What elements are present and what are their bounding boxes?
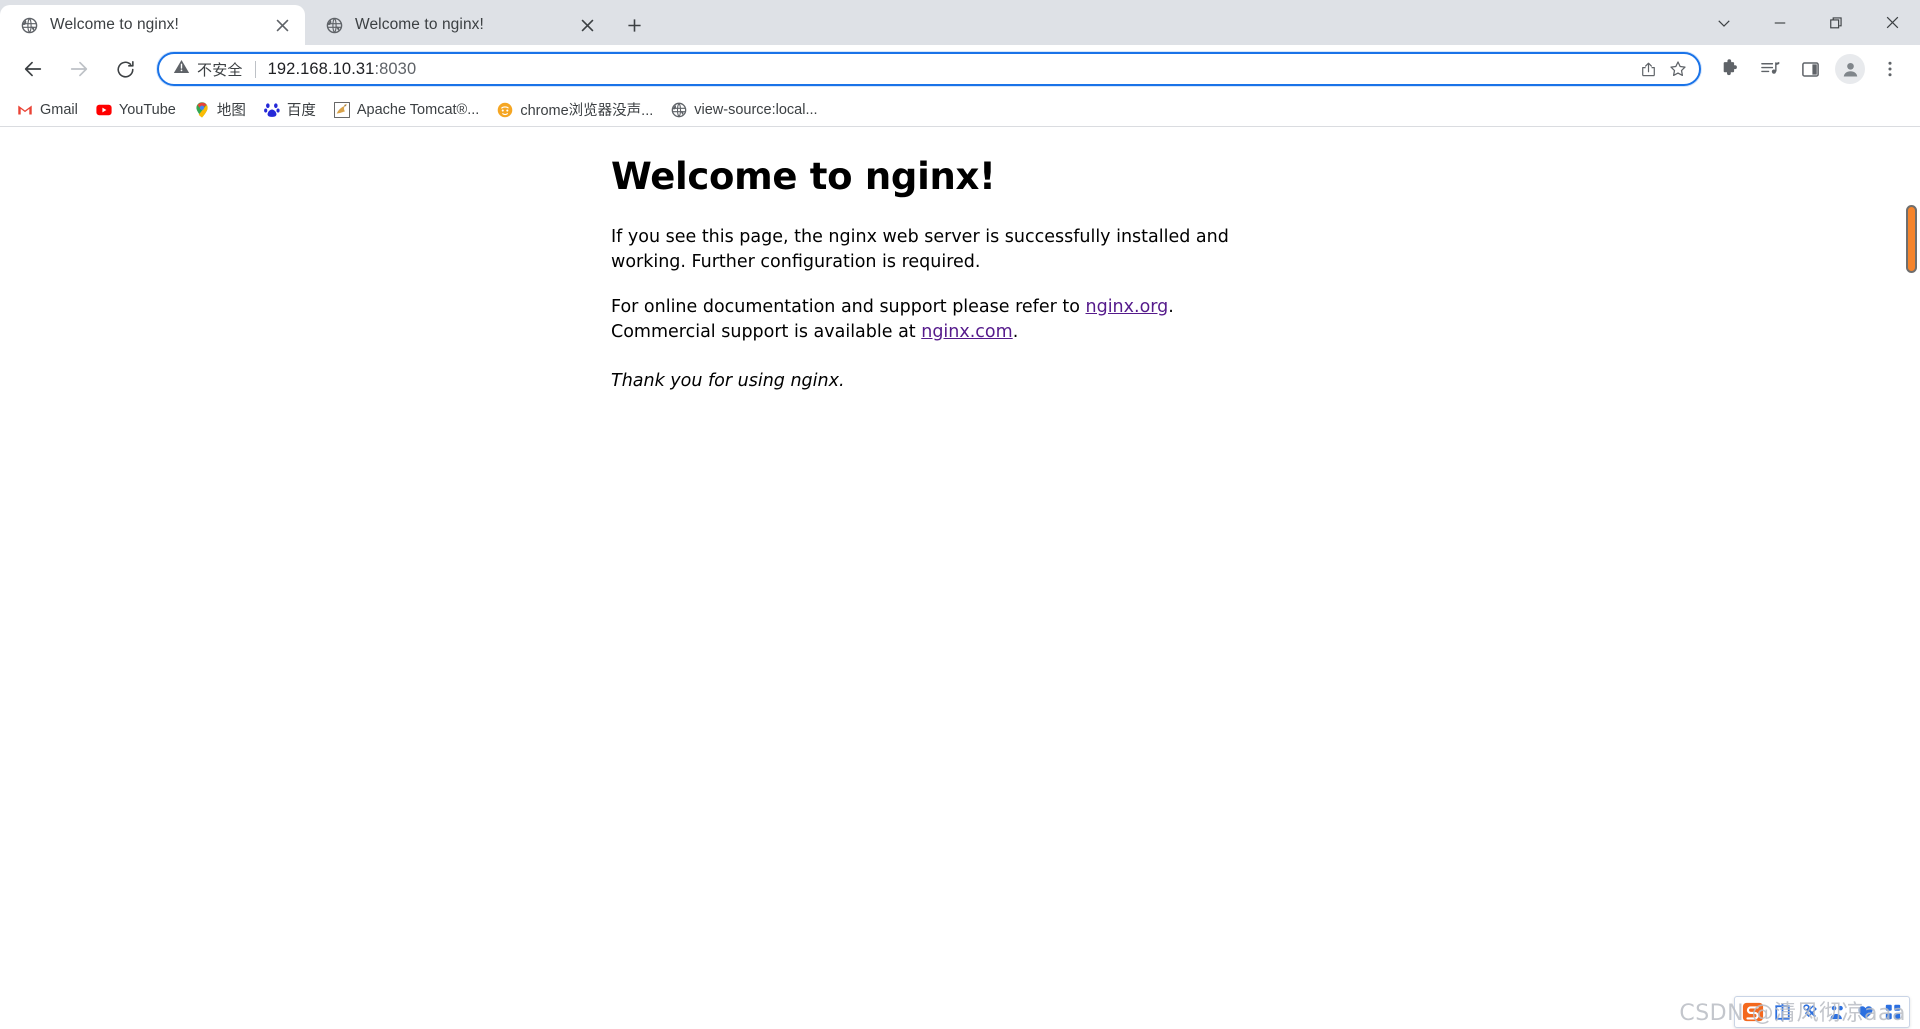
support-text-mid: . bbox=[1168, 296, 1174, 317]
globe-icon bbox=[671, 102, 687, 118]
restore-button[interactable] bbox=[1808, 0, 1864, 45]
security-label: 不安全 bbox=[197, 61, 243, 79]
bookmark-label: Gmail bbox=[40, 101, 78, 118]
nginx-org-link[interactable]: nginx.org bbox=[1086, 297, 1169, 317]
bookmark-view-source[interactable]: view-source:local... bbox=[663, 97, 825, 123]
nginx-com-link[interactable]: nginx.com bbox=[921, 322, 1012, 342]
back-button[interactable] bbox=[15, 51, 51, 87]
thanks-paragraph: Thank you for using nginx. bbox=[611, 370, 845, 391]
media-control-icon[interactable] bbox=[1753, 52, 1787, 86]
globe-icon bbox=[325, 16, 344, 35]
tomcat-icon bbox=[333, 101, 350, 118]
sogou-logo-icon bbox=[1742, 1001, 1764, 1023]
bookmarks-bar: Gmail YouTube 地图 百度 Apache Tomcat®... ch… bbox=[0, 93, 1920, 127]
omnibox-divider bbox=[254, 60, 256, 78]
bookmark-chrome-no-sound[interactable]: chrome浏览器没声... bbox=[489, 97, 661, 123]
bookmark-tomcat[interactable]: Apache Tomcat®... bbox=[326, 97, 487, 123]
forward-button bbox=[61, 51, 97, 87]
side-panel-icon[interactable] bbox=[1793, 52, 1827, 86]
extensions-icon[interactable] bbox=[1713, 52, 1747, 86]
bookmark-gmail[interactable]: Gmail bbox=[9, 97, 86, 123]
bookmark-label: chrome浏览器没声... bbox=[520, 103, 654, 119]
bookmark-label: 百度 bbox=[286, 103, 316, 119]
nginx-welcome-page: Welcome to nginx! If you see this page, … bbox=[0, 127, 1920, 394]
tab-close-icon[interactable] bbox=[271, 14, 293, 36]
commercial-text-post: . bbox=[1012, 321, 1019, 342]
support-paragraph: For online documentation and support ple… bbox=[611, 295, 1251, 345]
tab-title: Welcome to nginx! bbox=[355, 16, 484, 33]
browser-tab-2[interactable]: Welcome to nginx! bbox=[305, 5, 610, 45]
profile-avatar[interactable] bbox=[1835, 54, 1865, 84]
window-controls bbox=[1696, 0, 1920, 45]
chinese-mode-toggle[interactable] bbox=[1773, 1003, 1792, 1022]
gmail-icon bbox=[17, 102, 33, 118]
baidu-icon bbox=[263, 102, 280, 118]
url-host: 192.168.10.31 bbox=[267, 59, 375, 78]
tab-close-icon[interactable] bbox=[576, 14, 598, 36]
reload-button[interactable] bbox=[107, 51, 143, 87]
commercial-text-pre: Commercial support is available at bbox=[611, 321, 922, 342]
vertical-scrollbar[interactable] bbox=[1903, 127, 1920, 1029]
security-status[interactable]: 不安全 bbox=[173, 58, 243, 80]
minimize-button[interactable] bbox=[1752, 0, 1808, 45]
youtube-icon bbox=[96, 102, 112, 118]
star-icon[interactable] bbox=[1663, 54, 1693, 84]
ime-settings-icon[interactable] bbox=[1801, 1003, 1819, 1021]
bookmark-label: YouTube bbox=[118, 101, 176, 118]
maps-pin-icon bbox=[194, 101, 210, 118]
bookmark-label: Apache Tomcat®... bbox=[356, 101, 480, 118]
url-port: :8030 bbox=[374, 59, 417, 78]
scrollbar-thumb[interactable] bbox=[1906, 205, 1917, 273]
bookmark-label: view-source:local... bbox=[694, 101, 818, 118]
chrome-menu-icon[interactable] bbox=[1873, 52, 1907, 86]
bookmark-maps[interactable]: 地图 bbox=[186, 97, 254, 123]
new-tab-button[interactable] bbox=[616, 7, 652, 43]
intro-paragraph: If you see this page, the nginx web serv… bbox=[611, 226, 1229, 272]
sogou-ime-toolbar[interactable] bbox=[1734, 996, 1910, 1028]
bookmark-label: 地图 bbox=[216, 103, 246, 119]
bookmark-youtube[interactable]: YouTube bbox=[88, 97, 184, 123]
bookmark-baidu[interactable]: 百度 bbox=[256, 97, 324, 123]
ime-skin-icon[interactable] bbox=[1856, 1003, 1875, 1022]
share-icon[interactable] bbox=[1633, 54, 1663, 84]
page-viewport: Welcome to nginx! If you see this page, … bbox=[0, 127, 1920, 1029]
close-button[interactable] bbox=[1864, 0, 1920, 45]
globe-icon bbox=[20, 16, 39, 35]
support-text-pre: For online documentation and support ple… bbox=[611, 296, 1086, 317]
tab-strip: Welcome to nginx! Welcome to nginx! bbox=[0, 0, 1920, 45]
browser-tab-1[interactable]: Welcome to nginx! bbox=[0, 5, 305, 45]
ime-apps-icon[interactable] bbox=[1884, 1003, 1902, 1021]
url-text: 192.168.10.31:8030 bbox=[268, 60, 1633, 79]
tab-search-button[interactable] bbox=[1696, 0, 1752, 45]
ime-keyboard-icon[interactable] bbox=[1828, 1003, 1847, 1022]
warning-triangle-icon bbox=[173, 58, 190, 80]
orange-circle-icon bbox=[497, 102, 513, 118]
browser-toolbar: 不安全 192.168.10.31:8030 bbox=[0, 45, 1920, 93]
address-bar[interactable]: 不安全 192.168.10.31:8030 bbox=[157, 52, 1701, 86]
page-title: Welcome to nginx! bbox=[611, 155, 996, 198]
tab-title: Welcome to nginx! bbox=[50, 16, 179, 33]
